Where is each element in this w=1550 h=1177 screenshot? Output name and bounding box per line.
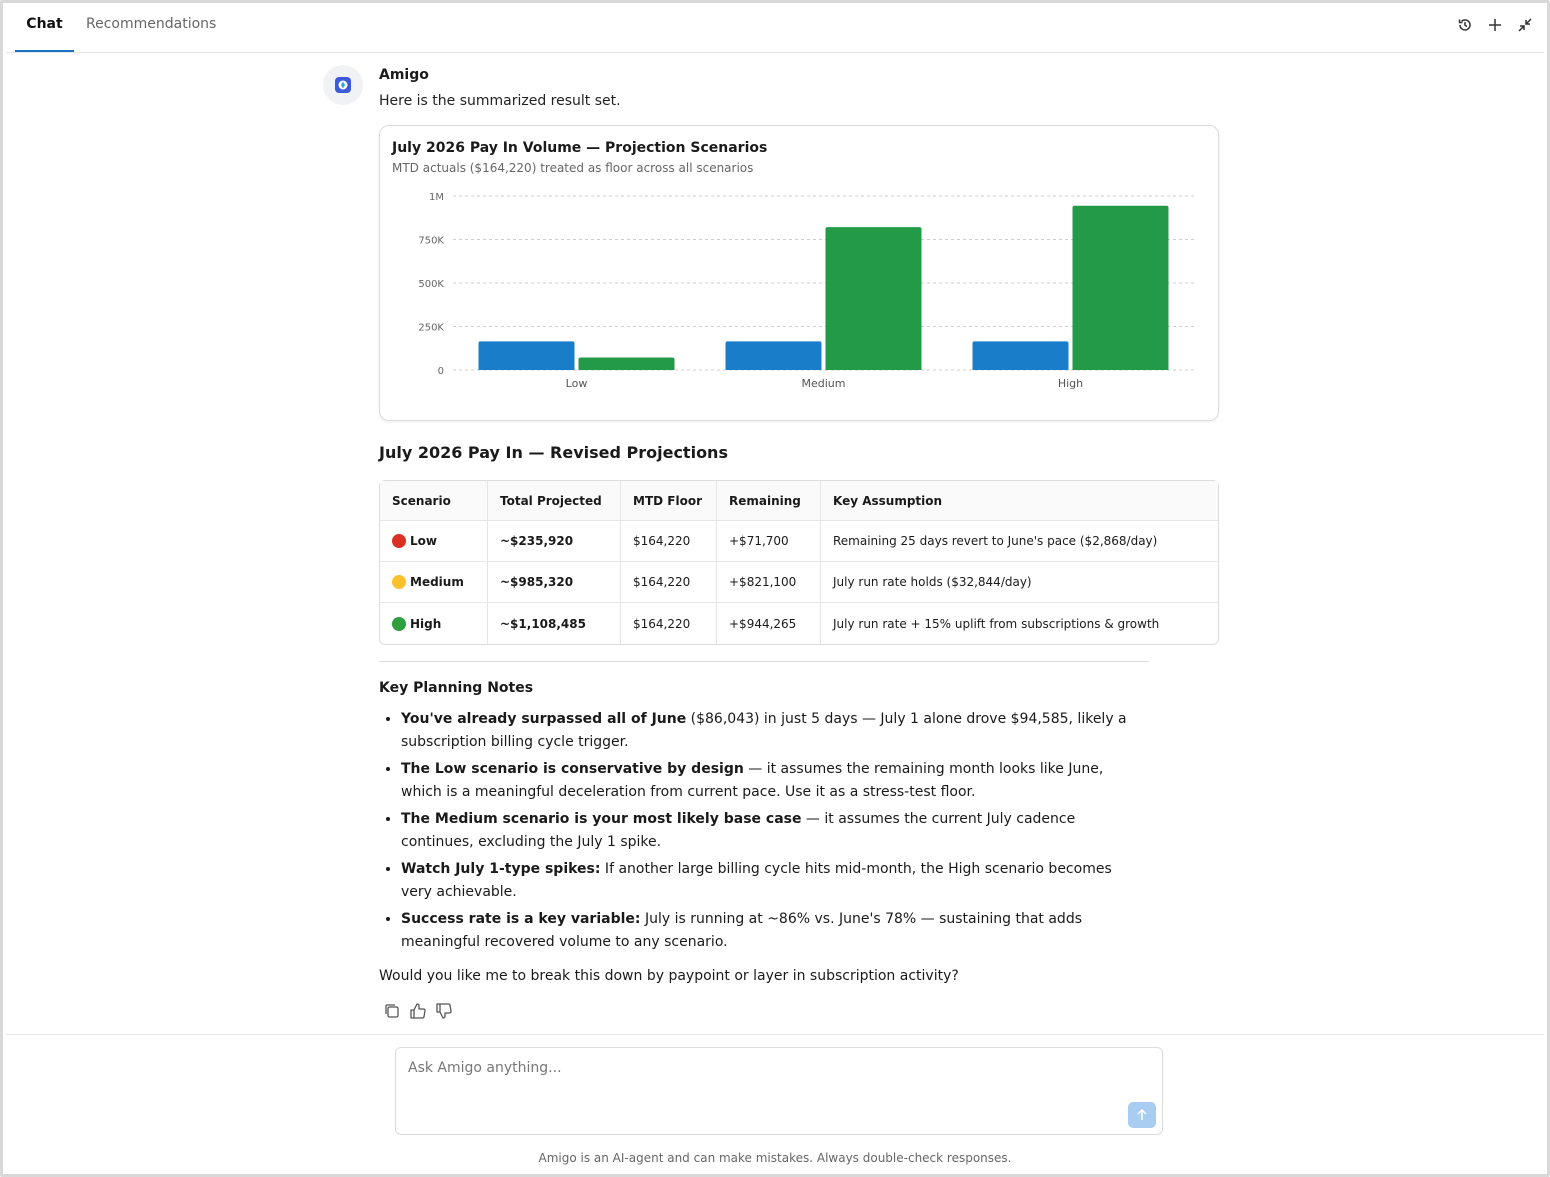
arrow-up-icon — [1137, 1109, 1147, 1120]
table-title: July 2026 Pay In — Revised Projections — [379, 443, 728, 462]
col-remaining: Remaining — [716, 481, 820, 521]
sender-name: Amigo — [379, 67, 429, 83]
red-circle-icon — [392, 534, 406, 548]
list-item: You've already surpassed all of June ($8… — [401, 708, 1139, 754]
composer — [395, 1047, 1163, 1135]
disclaimer: Amigo is an AI-agent and can make mistak… — [538, 1151, 1012, 1165]
bar-chart: 0 250K 500K 750K 1M Low Medium High — [418, 192, 1194, 390]
bar — [1072, 205, 1169, 370]
col-total: Total Projected — [487, 481, 620, 521]
remaining-cell: +$944,265 — [716, 603, 820, 644]
table-row: High ~$1,108,485 $164,220 +$944,265 July… — [380, 603, 1218, 644]
send-button[interactable] — [1128, 1102, 1156, 1128]
total-cell: ~$1,108,485 — [487, 603, 620, 644]
history-icon[interactable] — [1454, 14, 1476, 36]
composer-separator — [6, 1034, 1544, 1035]
y-tick-label: 1M — [429, 192, 444, 203]
scenario-cell: Low — [380, 521, 487, 562]
closing-question: Would you like me to break this down by … — [379, 968, 959, 984]
remaining-cell: +$821,100 — [716, 562, 820, 603]
chat-input[interactable] — [396, 1048, 1162, 1134]
divider — [379, 661, 1149, 662]
thumbs-up-icon[interactable] — [409, 1002, 427, 1020]
bar — [725, 341, 822, 370]
y-tick-label: 0 — [438, 366, 444, 377]
bar — [578, 357, 675, 370]
floor-cell: $164,220 — [620, 603, 716, 644]
assumption-cell: July run rate holds ($32,844/day) — [820, 562, 1218, 603]
table-header-row: Scenario Total Projected MTD Floor Remai… — [380, 481, 1218, 521]
top-bar: Chat Recommendations — [6, 6, 1544, 53]
chart-card: July 2026 Pay In Volume — Projection Sce… — [379, 125, 1219, 421]
tab-recommendations[interactable]: Recommendations — [86, 6, 216, 52]
list-item: The Low scenario is conservative by desi… — [401, 758, 1139, 804]
app-frame: Chat Recommendations Amigo Here is the s… — [0, 0, 1550, 1177]
total-cell: ~$235,920 — [487, 521, 620, 562]
projections-table: Scenario Total Projected MTD Floor Remai… — [379, 480, 1219, 645]
y-tick-label: 500K — [418, 279, 444, 290]
total-cell: ~$985,320 — [487, 562, 620, 603]
y-tick-label: 250K — [418, 323, 444, 334]
col-floor: MTD Floor — [620, 481, 716, 521]
yellow-circle-icon — [392, 575, 406, 589]
list-item: Success rate is a key variable: July is … — [401, 908, 1139, 954]
bar — [478, 341, 575, 370]
floor-cell: $164,220 — [620, 562, 716, 603]
assumption-cell: Remaining 25 days revert to June's pace … — [820, 521, 1218, 562]
plus-icon[interactable] — [1484, 14, 1506, 36]
table-row: Low ~$235,920 $164,220 +$71,700 Remainin… — [380, 521, 1218, 562]
col-assumption: Key Assumption — [820, 481, 1218, 521]
x-tick-label: High — [1058, 377, 1083, 390]
y-tick-label: 750K — [418, 236, 444, 247]
scenario-cell: High — [380, 603, 487, 644]
thumbs-down-icon[interactable] — [435, 1002, 453, 1020]
bar — [825, 227, 922, 370]
floor-cell: $164,220 — [620, 521, 716, 562]
top-actions — [1454, 14, 1536, 36]
copy-icon[interactable] — [383, 1002, 401, 1020]
notes-title: Key Planning Notes — [379, 680, 534, 696]
x-tick-label: Medium — [802, 377, 846, 390]
message-actions — [383, 1002, 1221, 1020]
x-tick-label: Low — [566, 377, 588, 390]
list-item: Watch July 1-type spikes: If another lar… — [401, 858, 1139, 904]
col-scenario: Scenario — [380, 481, 487, 521]
list-item: The Medium scenario is your most likely … — [401, 808, 1139, 854]
notes-list: You've already surpassed all of June ($8… — [379, 708, 1139, 954]
intro-text: Here is the summarized result set. — [379, 93, 621, 109]
message-content: Amigo Here is the summarized result set.… — [379, 65, 1221, 1020]
collapse-icon[interactable] — [1514, 14, 1536, 36]
remaining-cell: +$71,700 — [716, 521, 820, 562]
assumption-cell: July run rate + 15% uplift from subscrip… — [820, 603, 1218, 644]
table-row: Medium ~$985,320 $164,220 +$821,100 July… — [380, 562, 1218, 603]
tab-chat[interactable]: Chat — [15, 6, 74, 52]
green-circle-icon — [392, 616, 406, 631]
amigo-logo-icon — [335, 77, 351, 93]
bar — [972, 341, 1069, 370]
scenario-cell: Medium — [380, 562, 487, 603]
amigo-avatar — [323, 65, 363, 105]
